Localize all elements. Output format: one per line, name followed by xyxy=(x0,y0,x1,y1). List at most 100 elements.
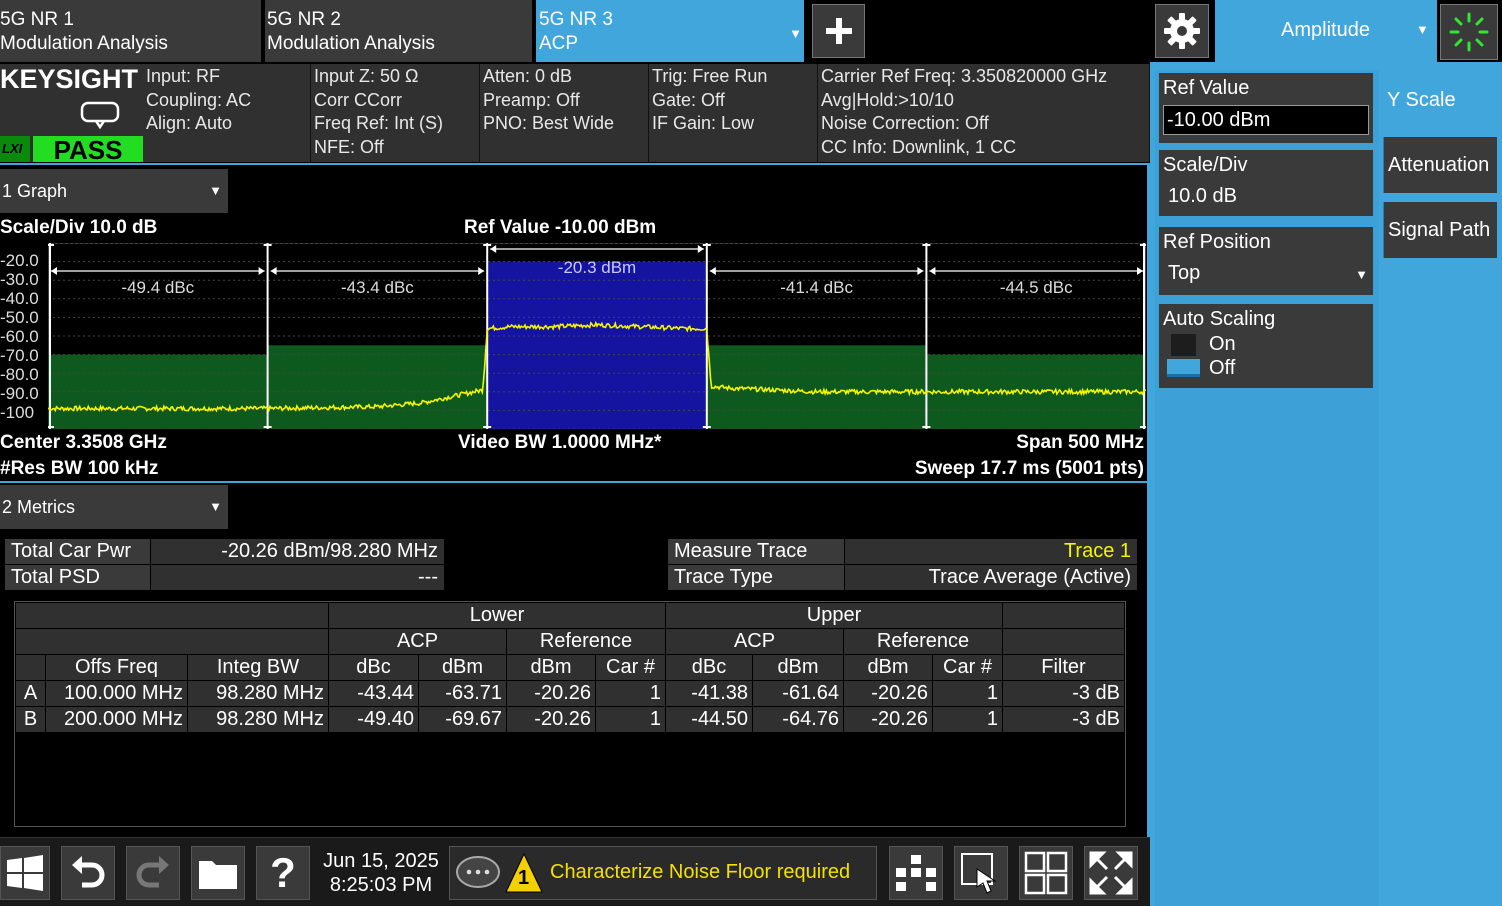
segment-label: -41.4 dBc xyxy=(780,278,853,297)
span: Span 500 MHz xyxy=(1016,432,1144,453)
undo-button[interactable] xyxy=(61,846,115,900)
graph-window[interactable]: 1 Graph ▼ Scale/Div 10.0 dB Ref Value -1… xyxy=(0,163,1150,483)
alert-bar[interactable]: 1 Characterize Noise Floor required xyxy=(449,846,877,900)
header-text: Coupling: AC xyxy=(146,89,252,110)
metric-label: Measure Trace xyxy=(667,538,845,565)
tab-5g-nr-1[interactable]: 5G NR 1 Modulation Analysis xyxy=(0,0,263,62)
auto-scaling-off-label: Off xyxy=(1209,357,1236,379)
lower-header: Lower xyxy=(328,602,666,629)
ref-value-text: -10.00 dBm xyxy=(1167,109,1271,131)
tab-5g-nr-3[interactable]: 5G NR 3 ACP ▼ xyxy=(536,0,806,62)
spinner-icon xyxy=(1449,12,1489,52)
metric-label: Total Car Pwr xyxy=(4,538,151,565)
row-id: A xyxy=(15,680,46,707)
brand-block: KEYSIGHT LXI PASS xyxy=(0,64,143,164)
header-text: Avg|Hold:>10/10 xyxy=(821,89,954,110)
segment-label: -20.3 dBm xyxy=(558,258,636,277)
filter-header: Filter xyxy=(1002,654,1125,681)
alert-text: Characterize Noise Floor required xyxy=(550,861,851,883)
lower-car-cell: 1 xyxy=(595,680,666,707)
carrier-band xyxy=(487,261,707,429)
remote-display-icon[interactable] xyxy=(80,101,120,129)
clock-time: 8:25:03 PM xyxy=(329,874,433,896)
scale-div-softkey[interactable]: Scale/Div 10.0 dB xyxy=(1159,150,1373,216)
ref-position-softkey[interactable]: Ref Position Top ▼ xyxy=(1159,227,1373,295)
dbc-header: dBc xyxy=(328,654,419,681)
tab-signal-path[interactable]: Signal Path xyxy=(1383,202,1497,258)
softkey-label: Ref Value xyxy=(1163,77,1250,99)
upper-ref-cell: -20.26 xyxy=(843,706,933,733)
message-icon[interactable] xyxy=(454,855,502,893)
softkey-label: Ref Position xyxy=(1163,231,1271,253)
tab-y-scale[interactable]: Y Scale xyxy=(1383,72,1497,128)
integ-bw-cell: 98.280 MHz xyxy=(187,706,329,733)
y-tick: -90.0 xyxy=(0,384,39,403)
touch-icon xyxy=(961,853,997,894)
ref-value-softkey[interactable]: Ref Value -10.00 dBm xyxy=(1159,73,1373,143)
metric-label: Total PSD xyxy=(4,564,151,591)
settings-button[interactable] xyxy=(1155,4,1209,58)
y-tick: -70.0 xyxy=(0,346,39,365)
lower-ref-cell: -20.26 xyxy=(506,680,596,707)
table-header-row: Offs Freq Integ BW dBc dBm dBm Car # dBc… xyxy=(15,654,1125,681)
auto-scaling-on-label: On xyxy=(1209,333,1236,355)
clock: Jun 15, 2025 8:25:03 PM xyxy=(316,849,446,897)
tab-title: 5G NR 1 xyxy=(0,9,74,30)
header-text: Preamp: Off xyxy=(483,89,580,110)
add-tab-button[interactable] xyxy=(812,4,865,58)
metrics-window-selector[interactable]: 2 Metrics ▼ xyxy=(0,485,228,529)
integ-bw-cell: 98.280 MHz xyxy=(187,680,329,707)
chevron-down-icon: ▼ xyxy=(789,26,802,41)
busy-indicator xyxy=(1440,4,1498,60)
alert-count: 1 xyxy=(518,867,530,889)
upper-reference-header: Reference xyxy=(843,628,1003,655)
window-layout-button[interactable] xyxy=(889,846,943,900)
filter-cell: -3 dB xyxy=(1002,680,1125,707)
softkey-label: Auto Scaling xyxy=(1163,308,1276,330)
fullscreen-button[interactable] xyxy=(1084,846,1138,900)
offs-freq-cell: 100.000 MHz xyxy=(45,680,188,707)
windows-start-button[interactable] xyxy=(0,846,50,900)
header-text: Input: RF xyxy=(146,66,221,86)
table-header xyxy=(1002,628,1125,655)
y-tick: -80.0 xyxy=(0,365,39,384)
lower-dbm-cell: -69.67 xyxy=(418,706,507,733)
tab-title: 5G NR 3 xyxy=(539,9,613,30)
y-tick: -50.0 xyxy=(0,308,39,327)
header-text: Input Z: 50 Ω xyxy=(314,66,419,86)
table-row: Trace Type Trace Average (Active) xyxy=(667,564,1138,591)
metrics-window[interactable]: 2 Metrics ▼ Total Car Pwr -20.26 dBm/98.… xyxy=(0,483,1150,837)
offs-freq-cell: 200.000 MHz xyxy=(45,706,188,733)
redo-button[interactable] xyxy=(126,846,180,900)
row-id: B xyxy=(15,706,46,733)
touch-button[interactable] xyxy=(954,846,1008,900)
graph-window-selector[interactable]: 1 Graph ▼ xyxy=(0,169,228,213)
tab-title: 5G NR 2 xyxy=(267,9,341,30)
dbm-header: dBm xyxy=(843,654,933,681)
trace-info-table: Measure Trace Trace 1 Trace Type Trace A… xyxy=(667,538,1138,591)
segment-label: -49.4 dBc xyxy=(121,278,194,297)
file-explorer-button[interactable] xyxy=(191,846,245,900)
auto-scaling-softkey[interactable]: Auto Scaling On Off xyxy=(1159,304,1373,388)
menu-amplitude-dropdown[interactable]: Amplitude ▼ xyxy=(1215,0,1437,62)
header-text: CC Info: Downlink, 1 CC xyxy=(821,136,1017,157)
tab-attenuation[interactable]: Attenuation xyxy=(1383,137,1497,193)
help-icon: ? xyxy=(270,849,296,896)
spectrum-plot[interactable]: -49.4 dBc -43.4 dBc -20.3 dBm -41.4 dBc -44.… xyxy=(48,243,1146,429)
expand-icon xyxy=(1089,851,1133,895)
softkey-label: Scale/Div xyxy=(1163,154,1248,176)
table-row: Total Car Pwr -20.26 dBm/98.280 MHz xyxy=(4,538,445,565)
multi-window-button[interactable] xyxy=(1019,846,1073,900)
toggle-on-indicator xyxy=(1167,359,1200,377)
ref-value-input[interactable]: -10.00 dBm xyxy=(1163,105,1369,135)
lower-car-cell: 1 xyxy=(595,706,666,733)
upper-dbc-cell: -44.50 xyxy=(665,706,753,733)
help-button[interactable]: ? xyxy=(256,846,310,900)
upper-acp-header: ACP xyxy=(665,628,844,655)
tab-5g-nr-2[interactable]: 5G NR 2 Modulation Analysis xyxy=(265,0,534,62)
redo-icon xyxy=(136,856,169,888)
tab-subtitle: Modulation Analysis xyxy=(267,33,435,54)
undo-icon xyxy=(72,856,105,888)
lower-dbm-cell: -63.71 xyxy=(418,680,507,707)
keysight-logo: KEYSIGHT xyxy=(0,64,139,94)
